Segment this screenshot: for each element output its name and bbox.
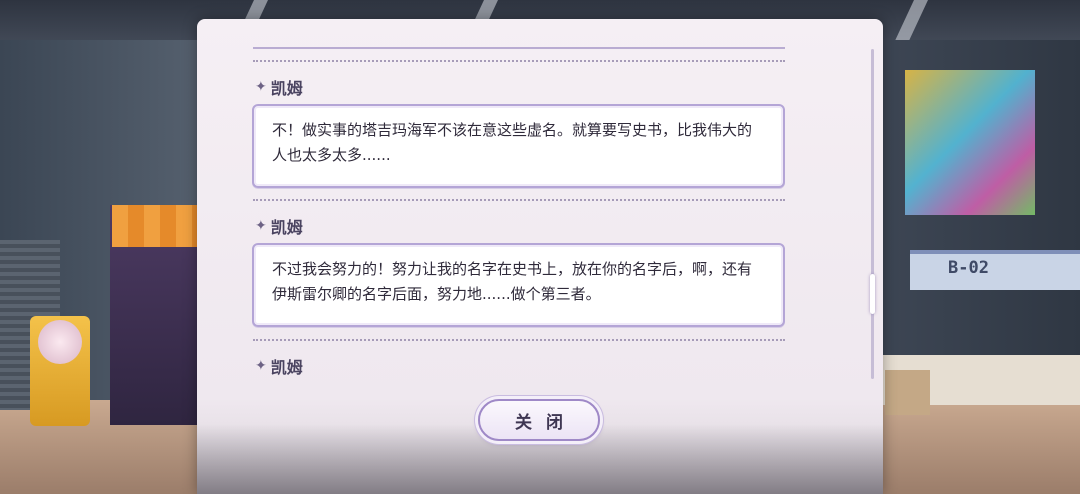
dialog-text: 不过我会努力的！努力让我的名字在史书上，放在你的名字后，啊，还有伊斯雷尔卿的名字… [272, 260, 753, 303]
speaker-name: 凯姆 [270, 218, 303, 237]
bay-sign [910, 250, 1080, 290]
dotted-divider [253, 339, 785, 341]
dialog-bubble: 不！做实事的塔吉玛海军不该在意这些虚名。就算要写史书，比我伟大的人也太多太多..… [252, 104, 785, 188]
sparkle-icon: ✦ [255, 79, 267, 95]
cardboard-boxes [885, 370, 930, 415]
dotted-divider [253, 60, 785, 62]
gacha-globe [38, 320, 82, 364]
speaker-name: 凯姆 [270, 79, 303, 98]
dialog-bubble: 不过我会努力的！努力让我的名字在史书上，放在你的名字后，啊，还有伊斯雷尔卿的名字… [252, 243, 785, 327]
sparkle-icon: ✦ [255, 358, 267, 374]
panel-top-divider [253, 47, 785, 49]
sparkle-icon: ✦ [255, 218, 267, 234]
close-button-label: 关闭 [515, 412, 577, 433]
dotted-divider [253, 199, 785, 201]
wall-poster [905, 70, 1035, 215]
dialog-text: 不！做实事的塔吉玛海军不该在意这些虚名。就算要写史书，比我伟大的人也太多太多..… [272, 121, 753, 164]
close-button[interactable]: 关闭 [478, 399, 600, 441]
speaker-name: 凯姆 [270, 358, 303, 377]
booth-awning [112, 205, 205, 247]
bay-sign-text: B-02 [948, 258, 989, 278]
scrollbar-thumb[interactable] [870, 274, 875, 314]
speaker-name-row: ✦ 凯姆 [255, 75, 303, 99]
scrollbar-track[interactable] [871, 49, 874, 379]
speaker-name-row: ✦ 凯姆 [255, 354, 303, 378]
dialog-log-panel: ✦ 凯姆 不！做实事的塔吉玛海军不该在意这些虚名。就算要写史书，比我伟大的人也太… [197, 19, 883, 494]
speaker-name-row: ✦ 凯姆 [255, 214, 303, 238]
